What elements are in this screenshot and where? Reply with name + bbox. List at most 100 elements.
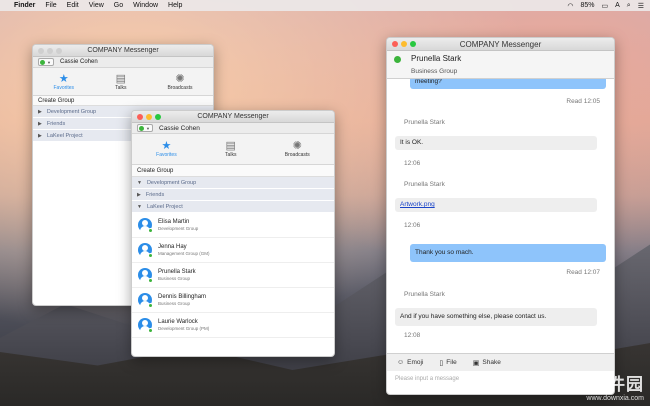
read-receipt: Read 12:05	[566, 98, 600, 105]
menu-app-finder[interactable]: Finder	[14, 2, 35, 9]
tab-favorites[interactable]: ★ Favorites	[54, 73, 75, 91]
chat-icon: ▤	[115, 72, 126, 85]
group-lakeel-project[interactable]: ▼ LaKeel Project	[132, 201, 334, 213]
tab-talks[interactable]: ▤ Talks	[225, 140, 236, 158]
sender-name: Prunella Stark	[404, 181, 445, 188]
megaphone-icon: ✺	[292, 140, 302, 152]
window-title: COMPANY Messenger	[459, 40, 542, 49]
message-time: 12:08	[404, 332, 421, 339]
contact-group: Business Group	[158, 301, 191, 306]
contact-group: Development Group	[158, 226, 199, 231]
attachment-link[interactable]: Artwork.png	[400, 201, 435, 208]
chevron-down-icon: ▼	[137, 179, 142, 186]
group-development[interactable]: ▼ Development Group	[132, 177, 334, 189]
input-source[interactable]: A	[615, 2, 620, 9]
avatar	[138, 318, 153, 333]
menu-help[interactable]: Help	[168, 2, 182, 9]
contact-group: Development Group (PM)	[158, 326, 210, 331]
create-group-button[interactable]: Create Group	[132, 165, 334, 177]
online-badge	[148, 228, 153, 233]
search-icon[interactable]: ⌕	[627, 2, 631, 10]
tab-broadcasts[interactable]: ✺ Broadcasts	[167, 73, 192, 91]
avatar	[138, 218, 153, 233]
online-badge	[148, 278, 153, 283]
file-icon: ▯	[439, 359, 444, 367]
online-badge	[148, 253, 153, 258]
chevron-down-icon: ▼	[137, 203, 142, 210]
message-attachment: Artwork.png	[395, 198, 597, 212]
chat-messages[interactable]: meeting? Read 12:05 Prunella Stark It is…	[387, 79, 614, 353]
contact-row[interactable]: Prunella Stark Business Group	[132, 263, 334, 288]
contact-group: Business Group	[158, 276, 191, 281]
menu-window[interactable]: Window	[133, 2, 158, 9]
menu-bar: Finder File Edit View Go Window Help ◠ 8…	[0, 0, 650, 11]
window-title: COMPANY Messenger	[197, 113, 269, 120]
chat-contact-name: Prunella Stark	[411, 54, 462, 63]
menu-go[interactable]: Go	[114, 2, 123, 9]
contact-row[interactable]: Dennis Billingham Business Group	[132, 288, 334, 313]
battery-percent[interactable]: 85%	[580, 2, 594, 9]
user-bar: ▼ Cassie Cohen	[33, 57, 213, 68]
site-watermark: 当下软件园 www.downxia.com	[554, 375, 644, 402]
status-selector[interactable]: ▼	[38, 58, 54, 66]
chevron-right-icon: ▶	[137, 191, 141, 198]
menu-view[interactable]: View	[89, 2, 104, 9]
contact-row[interactable]: Elisa Martin Development Group	[132, 213, 334, 238]
message-outgoing: meeting?	[410, 79, 606, 89]
list-icon[interactable]: ☰	[638, 2, 644, 10]
tab-bar: ★ Favorites ▤ Talks ✺ Broadcasts	[132, 134, 334, 165]
shake-button[interactable]: ▣ Shake	[473, 359, 501, 367]
avatar	[138, 293, 153, 308]
menu-edit[interactable]: Edit	[67, 2, 79, 9]
message-time: 12:06	[404, 222, 421, 229]
emoji-button[interactable]: ☺ Emoji	[397, 359, 423, 366]
wifi-icon[interactable]: ◠	[567, 2, 573, 10]
tab-bar: ★ Favorites ▤ Talks ✺ Broadcasts	[33, 68, 213, 96]
message-incoming: And if you have something else, please c…	[395, 308, 597, 326]
user-bar: ▼ Cassie Cohen	[132, 123, 334, 134]
contact-name: Dennis Billingham	[158, 294, 207, 300]
contact-name: Elisa Martin	[158, 219, 190, 225]
online-status-icon	[139, 125, 144, 131]
window-title: COMPANY Messenger	[87, 47, 159, 54]
user-name: Cassie Cohen	[159, 124, 200, 132]
chat-window: COMPANY Messenger Prunella Stark Busines…	[386, 37, 615, 395]
message-outgoing: Thank you so mach.	[410, 244, 606, 262]
contact-name: Jenna Hay	[158, 244, 187, 250]
megaphone-icon: ✺	[175, 72, 185, 85]
chat-header: Prunella Stark Business Group	[387, 51, 614, 79]
contact-group: Management Group (GM)	[158, 251, 210, 256]
chevron-down-icon: ▼	[47, 59, 51, 65]
online-status-icon	[40, 59, 45, 65]
online-badge	[148, 303, 153, 308]
file-button[interactable]: ▯ File	[439, 359, 456, 367]
sender-name: Prunella Stark	[404, 291, 445, 298]
contact-name: Laurie Warlock	[158, 319, 198, 325]
create-group-button[interactable]: Create Group	[33, 96, 213, 106]
title-bar: COMPANY Messenger	[387, 38, 614, 51]
message-incoming: It is OK.	[395, 136, 597, 150]
contact-row[interactable]: Laurie Warlock Development Group (PM)	[132, 313, 334, 338]
contact-row[interactable]: Jenna Hay Management Group (GM)	[132, 238, 334, 263]
emoji-icon: ☺	[397, 359, 405, 366]
star-icon: ★	[161, 140, 172, 152]
tab-talks[interactable]: ▤ Talks	[115, 73, 126, 91]
chat-toolbar: ☺ Emoji ▯ File ▣ Shake	[387, 353, 614, 371]
menu-file[interactable]: File	[45, 2, 56, 9]
tab-favorites[interactable]: ★ Favorites	[156, 140, 177, 158]
contact-name: Prunella Stark	[158, 269, 196, 275]
status-selector[interactable]: ▼	[137, 124, 153, 132]
shake-icon: ▣	[472, 359, 480, 367]
avatar	[138, 268, 153, 283]
group-friends[interactable]: ▶ Friends	[132, 189, 334, 201]
sender-name: Prunella Stark	[404, 119, 445, 126]
message-time: 12:06	[404, 160, 421, 167]
chat-contact-group: Business Group	[411, 68, 458, 75]
chat-icon: ▤	[225, 140, 236, 152]
online-badge	[148, 328, 153, 333]
messenger-window-main: COMPANY Messenger ▼ Cassie Cohen ★ Favor…	[131, 110, 335, 357]
avatar	[138, 243, 153, 258]
battery-icon[interactable]: ▭	[602, 2, 609, 10]
chevron-right-icon: ▶	[38, 132, 42, 139]
tab-broadcasts[interactable]: ✺ Broadcasts	[285, 140, 310, 158]
